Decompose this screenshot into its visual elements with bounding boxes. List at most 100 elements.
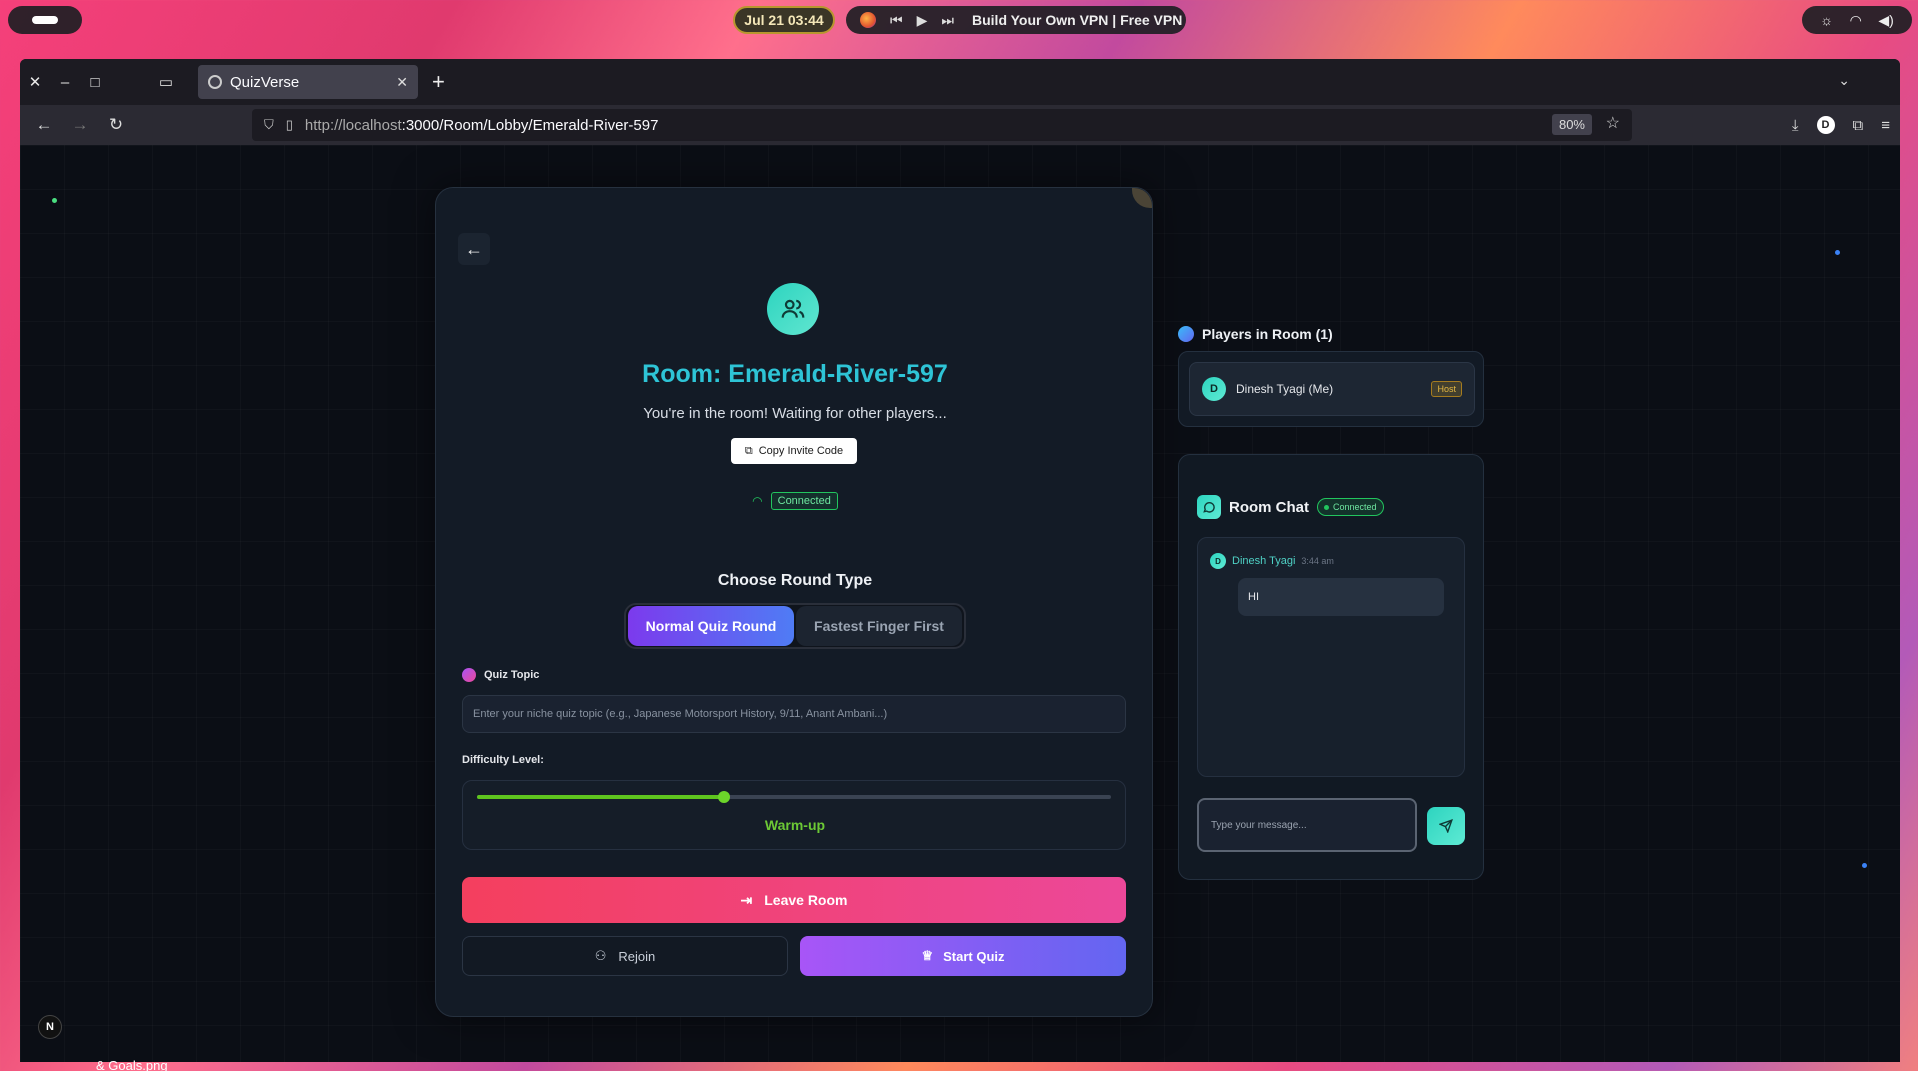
difficulty-value: Warm-up bbox=[764, 817, 826, 833]
user-plus-icon: ⚇ bbox=[594, 948, 607, 963]
play-icon[interactable]: ▶ bbox=[917, 12, 928, 29]
player-name: Dinesh Tyagi (Me) bbox=[1236, 382, 1334, 396]
close-tab-icon[interactable]: ✕ bbox=[396, 74, 408, 91]
decorative-dot bbox=[52, 198, 57, 203]
chat-connected-badge: Connected bbox=[1317, 498, 1384, 516]
leave-room-button[interactable]: ⇥ Leave Room bbox=[462, 877, 1126, 923]
browser-window: ✕ – □ ▭ QuizVerse ✕ + ⌄ ← → ↻ ⛉ ▯ http:/… bbox=[20, 59, 1900, 1062]
chat-messages[interactable]: D Dinesh Tyagi 3:44 am HI bbox=[1197, 537, 1465, 777]
copy-invite-label: Copy Invite Code bbox=[758, 445, 844, 457]
system-top-bar: Jul 21 03:44 ⏮ ▶ ⏭ Build Your Own VPN | … bbox=[0, 0, 1918, 40]
chat-status-text: Connected bbox=[1333, 502, 1377, 512]
zoom-level[interactable]: 80% bbox=[1551, 114, 1592, 135]
firefox-icon bbox=[860, 12, 876, 28]
bookmark-star-icon[interactable]: ☆ bbox=[1606, 113, 1620, 133]
players-icon bbox=[1178, 326, 1194, 342]
nextjs-dev-badge[interactable]: N bbox=[38, 1015, 62, 1039]
forward-icon[interactable]: → bbox=[62, 115, 98, 135]
round-type-toggle: Normal Quiz Round Fastest Finger First bbox=[624, 603, 966, 649]
back-button[interactable]: ← bbox=[458, 233, 490, 265]
close-window-icon[interactable]: ✕ bbox=[20, 73, 50, 91]
round-type-label: Choose Round Type bbox=[717, 572, 873, 589]
difficulty-slider-thumb[interactable] bbox=[718, 791, 731, 803]
media-controls[interactable]: ⏮ ▶ ⏭ Build Your Own VPN | Free VPN bbox=[846, 6, 1186, 34]
brightness-icon: ☼ bbox=[1820, 12, 1834, 28]
menu-icon[interactable]: ≡ bbox=[1881, 117, 1890, 134]
activities-button[interactable] bbox=[8, 6, 82, 34]
quiz-topic-input[interactable] bbox=[462, 695, 1126, 733]
players-heading: Players in Room (1) bbox=[1178, 326, 1333, 342]
fastest-finger-first-option[interactable]: Fastest Finger First bbox=[796, 606, 962, 646]
start-quiz-button[interactable]: ♕ Start Quiz bbox=[800, 936, 1126, 976]
host-badge: Host bbox=[1431, 381, 1462, 397]
connection-status: ◠ Connected bbox=[436, 492, 1154, 510]
tab-manager-icon[interactable]: ▭ bbox=[152, 73, 180, 91]
media-title: Build Your Own VPN | Free VPN bbox=[972, 12, 1183, 28]
url-host: http://localhost bbox=[304, 116, 402, 134]
reload-icon[interactable]: ↻ bbox=[98, 115, 134, 135]
system-tray[interactable]: ☼ ◠ ◀) bbox=[1802, 6, 1912, 34]
tab-title: QuizVerse bbox=[230, 73, 300, 91]
tab-favicon-icon bbox=[208, 75, 222, 89]
page-info-icon[interactable]: ▯ bbox=[286, 117, 293, 133]
quiz-topic-label: Quiz Topic bbox=[462, 668, 539, 682]
difficulty-slider-fill bbox=[477, 795, 725, 799]
extensions-icon[interactable]: ⧉ bbox=[1853, 117, 1864, 134]
tab-quizverse[interactable]: QuizVerse ✕ bbox=[198, 65, 418, 99]
difficulty-slider[interactable] bbox=[477, 791, 1111, 803]
lobby-card: ← Room: Emerald-River-597 You're in the … bbox=[435, 187, 1153, 1017]
arrow-left-icon: ← bbox=[465, 238, 483, 259]
chat-message-input[interactable] bbox=[1197, 798, 1417, 852]
navigation-bar: ← → ↻ ⛉ ▯ http://localhost:3000/Room/Lob… bbox=[20, 105, 1900, 145]
corner-decoration bbox=[1132, 188, 1152, 208]
copy-invite-button[interactable]: ⧉ Copy Invite Code bbox=[731, 438, 857, 464]
message-meta: D Dinesh Tyagi 3:44 am bbox=[1210, 553, 1334, 569]
message-time: 3:44 am bbox=[1301, 556, 1334, 566]
start-quiz-label: Start Quiz bbox=[943, 948, 1005, 964]
trophy-icon: ♕ bbox=[921, 948, 934, 963]
waiting-message: You're in the room! Waiting for other pl… bbox=[643, 405, 947, 422]
message-avatar: D bbox=[1210, 553, 1226, 569]
difficulty-label: Difficulty Level: bbox=[462, 754, 544, 766]
quiz-topic-label-text: Quiz Topic bbox=[484, 669, 540, 681]
profile-avatar[interactable]: D bbox=[1816, 116, 1835, 134]
clock[interactable]: Jul 21 03:44 bbox=[733, 6, 835, 34]
list-tabs-icon[interactable]: ⌄ bbox=[1838, 72, 1850, 89]
minimize-window-icon[interactable]: – bbox=[50, 74, 80, 91]
chat-title: Room Chat bbox=[1229, 498, 1309, 516]
player-avatar: D bbox=[1202, 377, 1226, 401]
send-button[interactable] bbox=[1427, 807, 1465, 845]
users-icon bbox=[767, 283, 819, 335]
message-bubble: HI bbox=[1238, 578, 1444, 616]
new-tab-icon[interactable]: + bbox=[432, 69, 445, 95]
normal-quiz-round-option[interactable]: Normal Quiz Round bbox=[628, 606, 794, 646]
chat-header: Room Chat Connected bbox=[1197, 495, 1384, 519]
players-heading-text: Players in Room (1) bbox=[1202, 326, 1333, 342]
copy-icon: ⧉ bbox=[744, 444, 753, 457]
logout-icon: ⇥ bbox=[740, 891, 753, 908]
downloads-icon[interactable]: ⤓ bbox=[1792, 117, 1799, 134]
page-content: ← Room: Emerald-River-597 You're in the … bbox=[20, 145, 1900, 1062]
decorative-dot bbox=[1835, 250, 1840, 255]
message-author: Dinesh Tyagi bbox=[1232, 555, 1296, 567]
toolbar-right: ⤓ D ⧉ ≡ bbox=[1792, 105, 1890, 145]
brain-icon bbox=[462, 668, 476, 682]
volume-icon: ◀) bbox=[1878, 11, 1894, 28]
clock-text: Jul 21 03:44 bbox=[744, 12, 824, 28]
room-title: Room: Emerald-River-597 bbox=[642, 360, 948, 388]
address-bar[interactable]: ⛉ ▯ http://localhost:3000/Room/Lobby/Eme… bbox=[252, 109, 1632, 141]
next-track-icon[interactable]: ⏭ bbox=[941, 12, 954, 29]
difficulty-panel: Warm-up bbox=[462, 780, 1126, 850]
wifi-icon: ◠ bbox=[1849, 11, 1862, 28]
shield-icon[interactable]: ⛉ bbox=[264, 117, 274, 133]
rejoin-label: Rejoin bbox=[618, 948, 656, 964]
desktop-file-label[interactable]: & Goals.png bbox=[96, 1058, 168, 1071]
back-icon[interactable]: ← bbox=[26, 115, 62, 135]
status-dot-icon bbox=[1324, 504, 1329, 510]
leave-room-label: Leave Room bbox=[764, 892, 848, 908]
previous-track-icon[interactable]: ⏮ bbox=[890, 12, 903, 29]
rejoin-button[interactable]: ⚇ Rejoin bbox=[462, 936, 788, 976]
connected-badge: Connected bbox=[770, 492, 838, 510]
url-path: :3000/Room/Lobby/Emerald-River-597 bbox=[401, 116, 659, 134]
maximize-window-icon[interactable]: □ bbox=[80, 74, 110, 91]
